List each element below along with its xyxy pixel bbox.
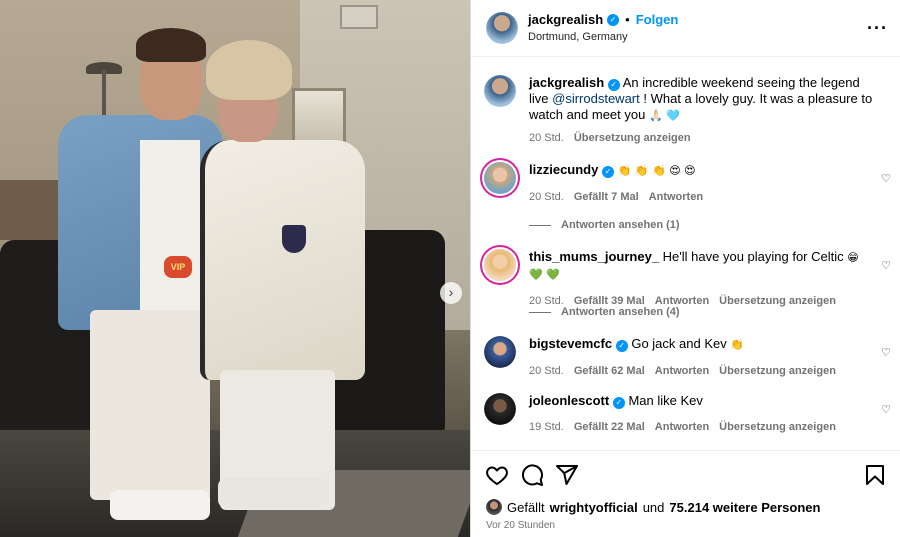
post-sidebar: jackgrealish ✓ • Folgen Dortmund, German… [470, 0, 900, 537]
post-location[interactable]: Dortmund, Germany [528, 31, 628, 43]
replies-line [529, 311, 551, 313]
replies-line [529, 224, 551, 226]
comment-body: lizziecundy ✓ 👏 👏 👏 😍 😍 20 Std. Gefällt … [529, 162, 874, 205]
more-horizontal-icon[interactable]: ··· [867, 18, 888, 39]
person-left-shirt [140, 140, 200, 330]
comment-bubble-icon[interactable] [520, 463, 544, 487]
post-timestamp[interactable]: Vor 20 Stunden [486, 520, 555, 531]
view-replies-label: Antworten ansehen (1) [561, 219, 680, 231]
verified-badge-icon: ✓ [601, 166, 614, 178]
comment-translate-button[interactable]: Übersetzung anzeigen [719, 363, 836, 379]
comment-translate-button[interactable]: Übersetzung anzeigen [719, 419, 836, 435]
post-actions: Gefällt wrightyofficial und 75.214 weite… [471, 450, 900, 537]
comment-likes[interactable]: Gefällt 22 Mal [574, 419, 645, 435]
likes-summary[interactable]: Gefällt wrightyofficial und 75.214 weite… [486, 499, 820, 515]
comment-meta: 20 Std. Gefällt 7 Mal Antworten [529, 189, 874, 205]
author-info: jackgrealish ✓ • Folgen [528, 12, 678, 27]
carousel-next-button[interactable]: › [440, 282, 462, 304]
save-bookmark-icon[interactable] [863, 463, 887, 487]
comment-time[interactable]: 19 Std. [529, 419, 564, 435]
view-replies-button[interactable]: Antworten ansehen (4) [529, 306, 680, 318]
caption-emoji: 🙏🏻 🩵 [648, 109, 680, 122]
follow-button[interactable]: Folgen [636, 12, 679, 27]
author-username[interactable]: jackgrealish [528, 12, 603, 27]
liked-and: und [642, 499, 665, 515]
comment-likes[interactable]: Gefällt 62 Mal [574, 363, 645, 379]
caption-time[interactable]: 20 Std. [529, 130, 564, 146]
comment-reply-button[interactable]: Antworten [655, 363, 709, 379]
commenter-avatar[interactable] [484, 336, 516, 368]
post-photo[interactable]: VIP › [0, 0, 470, 537]
verified-badge-icon: ✓ [615, 340, 628, 352]
commenter-avatar[interactable] [484, 249, 516, 281]
comment-body: bigstevemcfc ✓ Go jack and Kev 👏 20 Std.… [529, 336, 874, 379]
share-send-icon[interactable] [555, 463, 579, 487]
vip-lanyard-badge: VIP [164, 256, 192, 278]
like-comment-heart-icon[interactable]: ♡ [881, 172, 891, 185]
liker-avatar[interactable] [486, 499, 502, 515]
verified-badge-icon: ✓ [612, 397, 625, 409]
caption-mention[interactable]: @sirrodstewart [552, 91, 640, 106]
person-right-hair [206, 40, 292, 100]
comments-list[interactable]: jackgrealish ✓ An incredible weekend see… [471, 57, 900, 450]
liked-user[interactable]: wrightyofficial [550, 500, 638, 515]
caption-username[interactable]: jackgrealish [529, 75, 604, 90]
post-header: jackgrealish ✓ • Folgen Dortmund, German… [471, 0, 900, 57]
comment-meta: 19 Std. Gefällt 22 Mal Antworten Überset… [529, 419, 874, 435]
verified-badge-icon: ✓ [607, 13, 620, 26]
liked-prefix: Gefällt [507, 499, 545, 515]
caption-meta: 20 Std. Übersetzung anzeigen [529, 130, 874, 146]
author-avatar-small[interactable] [484, 75, 516, 107]
commenter-username[interactable]: bigstevemcfc [529, 336, 612, 351]
separator-dot: • [625, 12, 630, 27]
commenter-username[interactable]: joleonlescott [529, 393, 609, 408]
like-comment-heart-icon[interactable]: ♡ [881, 403, 891, 416]
comment-text: Man like Kev [628, 393, 703, 408]
comment-reply-button[interactable]: Antworten [649, 189, 703, 205]
verified-badge-icon: ✓ [607, 79, 620, 91]
comment-text: He'll have you playing for Celtic [662, 249, 844, 264]
author-avatar[interactable] [486, 12, 518, 44]
comment-emoji: 👏 [730, 338, 745, 351]
person-right-jacket [200, 140, 365, 380]
person-left-shoes [110, 490, 210, 520]
comment-text: Go jack and Kev [631, 336, 727, 351]
like-heart-icon[interactable] [485, 463, 509, 487]
comment-likes[interactable]: Gefällt 7 Mal [574, 189, 639, 205]
commenter-avatar[interactable] [484, 393, 516, 425]
person-right-shoes [218, 478, 328, 508]
commenter-username[interactable]: this_mums_journey_ [529, 249, 659, 264]
like-comment-heart-icon[interactable]: ♡ [881, 259, 891, 272]
caption-translate-button[interactable]: Übersetzung anzeigen [574, 130, 691, 146]
commenter-username[interactable]: lizziecundy [529, 162, 598, 177]
photo-vent [340, 5, 378, 29]
comment-translate-button[interactable]: Übersetzung anzeigen [719, 293, 836, 309]
person-left-hair [136, 28, 206, 62]
person-left-pants [90, 310, 210, 500]
caption-body: jackgrealish ✓ An incredible weekend see… [529, 75, 874, 146]
comment-meta: 20 Std. Gefällt 62 Mal Antworten Überset… [529, 363, 874, 379]
comment-reply-button[interactable]: Antworten [655, 419, 709, 435]
comment-body: this_mums_journey_ He'll have you playin… [529, 249, 874, 309]
comment-time[interactable]: 20 Std. [529, 363, 564, 379]
comment-body: joleonlescott ✓ Man like Kev 19 Std. Gef… [529, 393, 874, 435]
comment-time[interactable]: 20 Std. [529, 189, 564, 205]
jacket-crest [282, 225, 306, 253]
liked-count[interactable]: 75.214 weitere Personen [669, 500, 820, 515]
like-comment-heart-icon[interactable]: ♡ [881, 346, 891, 359]
comment-emoji: 👏 👏 👏 😍 😍 [617, 164, 696, 177]
commenter-avatar[interactable] [484, 162, 516, 194]
view-replies-button[interactable]: Antworten ansehen (1) [529, 219, 680, 231]
view-replies-label: Antworten ansehen (4) [561, 306, 680, 318]
